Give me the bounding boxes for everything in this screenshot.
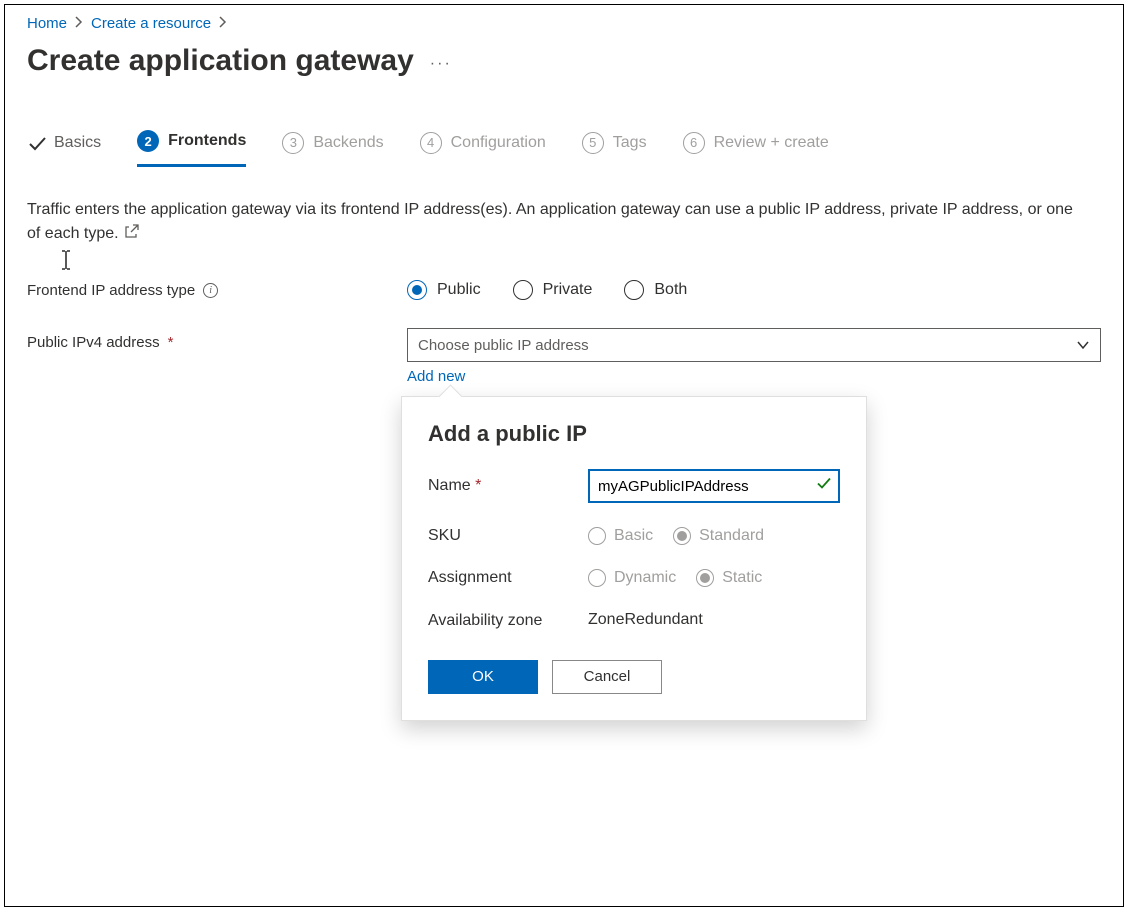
tab-backends[interactable]: 3 Backends bbox=[282, 132, 383, 166]
external-link-icon[interactable] bbox=[125, 225, 139, 241]
check-icon bbox=[27, 134, 45, 152]
tab-review-create[interactable]: 6 Review + create bbox=[683, 132, 829, 166]
radio-assignment-static: Static bbox=[696, 569, 762, 587]
tab-tags[interactable]: 5 Tags bbox=[582, 132, 647, 166]
radio-assignment-dynamic: Dynamic bbox=[588, 569, 676, 587]
tab-label: Review + create bbox=[714, 134, 829, 152]
tab-basics[interactable]: Basics bbox=[27, 134, 101, 164]
step-number-icon: 5 bbox=[582, 132, 604, 154]
name-input[interactable] bbox=[588, 469, 840, 503]
frontend-ip-type-label: Frontend IP address type i bbox=[27, 282, 407, 299]
info-icon[interactable]: i bbox=[203, 283, 218, 298]
radio-label: Public bbox=[437, 281, 481, 299]
cancel-button[interactable]: Cancel bbox=[552, 660, 662, 694]
chevron-down-icon bbox=[1076, 337, 1090, 353]
text-cursor-icon bbox=[59, 249, 73, 277]
public-ipv4-select[interactable]: Choose public IP address bbox=[407, 328, 1101, 362]
radio-sku-standard: Standard bbox=[673, 527, 764, 545]
availability-zone-value: ZoneRedundant bbox=[588, 611, 703, 629]
sku-radiogroup: Basic Standard bbox=[588, 527, 764, 545]
breadcrumb: Home Create a resource bbox=[27, 15, 1101, 32]
step-number-icon: 2 bbox=[137, 130, 159, 152]
radio-label: Basic bbox=[614, 527, 653, 545]
ok-button[interactable]: OK bbox=[428, 660, 538, 694]
chevron-right-icon bbox=[75, 16, 83, 31]
select-placeholder: Choose public IP address bbox=[418, 337, 589, 354]
tab-label: Configuration bbox=[451, 134, 546, 152]
step-number-icon: 4 bbox=[420, 132, 442, 154]
name-label: Name * bbox=[428, 477, 588, 495]
radio-label: Standard bbox=[699, 527, 764, 545]
tab-label: Basics bbox=[54, 134, 101, 152]
tab-label: Tags bbox=[613, 134, 647, 152]
tab-frontends[interactable]: 2 Frontends bbox=[137, 130, 246, 167]
frontends-description: Traffic enters the application gateway v… bbox=[27, 198, 1087, 246]
breadcrumb-create-resource[interactable]: Create a resource bbox=[91, 15, 211, 32]
sku-label: SKU bbox=[428, 527, 588, 545]
breadcrumb-home[interactable]: Home bbox=[27, 15, 67, 32]
public-ipv4-label: Public IPv4 address * bbox=[27, 328, 407, 351]
tab-configuration[interactable]: 4 Configuration bbox=[420, 132, 546, 166]
radio-label: Private bbox=[543, 281, 593, 299]
step-number-icon: 6 bbox=[683, 132, 705, 154]
radio-label: Both bbox=[654, 281, 687, 299]
add-new-link[interactable]: Add new bbox=[407, 368, 465, 385]
assignment-label: Assignment bbox=[428, 569, 588, 587]
add-public-ip-popup: Add a public IP Name * SKU Basic bbox=[401, 396, 867, 721]
popup-title: Add a public IP bbox=[428, 421, 840, 447]
availability-zone-label: Availability zone bbox=[428, 611, 588, 632]
wizard-tabs: Basics 2 Frontends 3 Backends 4 Configur… bbox=[27, 130, 1101, 168]
radio-label: Static bbox=[722, 569, 762, 587]
radio-sku-basic: Basic bbox=[588, 527, 653, 545]
assignment-radiogroup: Dynamic Static bbox=[588, 569, 762, 587]
radio-both[interactable]: Both bbox=[624, 280, 687, 300]
valid-check-icon bbox=[816, 476, 832, 497]
frontend-ip-type-radiogroup: Public Private Both bbox=[407, 280, 687, 300]
chevron-right-icon bbox=[219, 16, 227, 31]
radio-label: Dynamic bbox=[614, 569, 676, 587]
radio-public[interactable]: Public bbox=[407, 280, 481, 300]
tab-label: Frontends bbox=[168, 132, 246, 150]
tab-label: Backends bbox=[313, 134, 383, 152]
more-actions-icon[interactable]: ··· bbox=[430, 45, 452, 73]
step-number-icon: 3 bbox=[282, 132, 304, 154]
radio-private[interactable]: Private bbox=[513, 280, 593, 300]
page-title: Create application gateway bbox=[27, 44, 414, 78]
